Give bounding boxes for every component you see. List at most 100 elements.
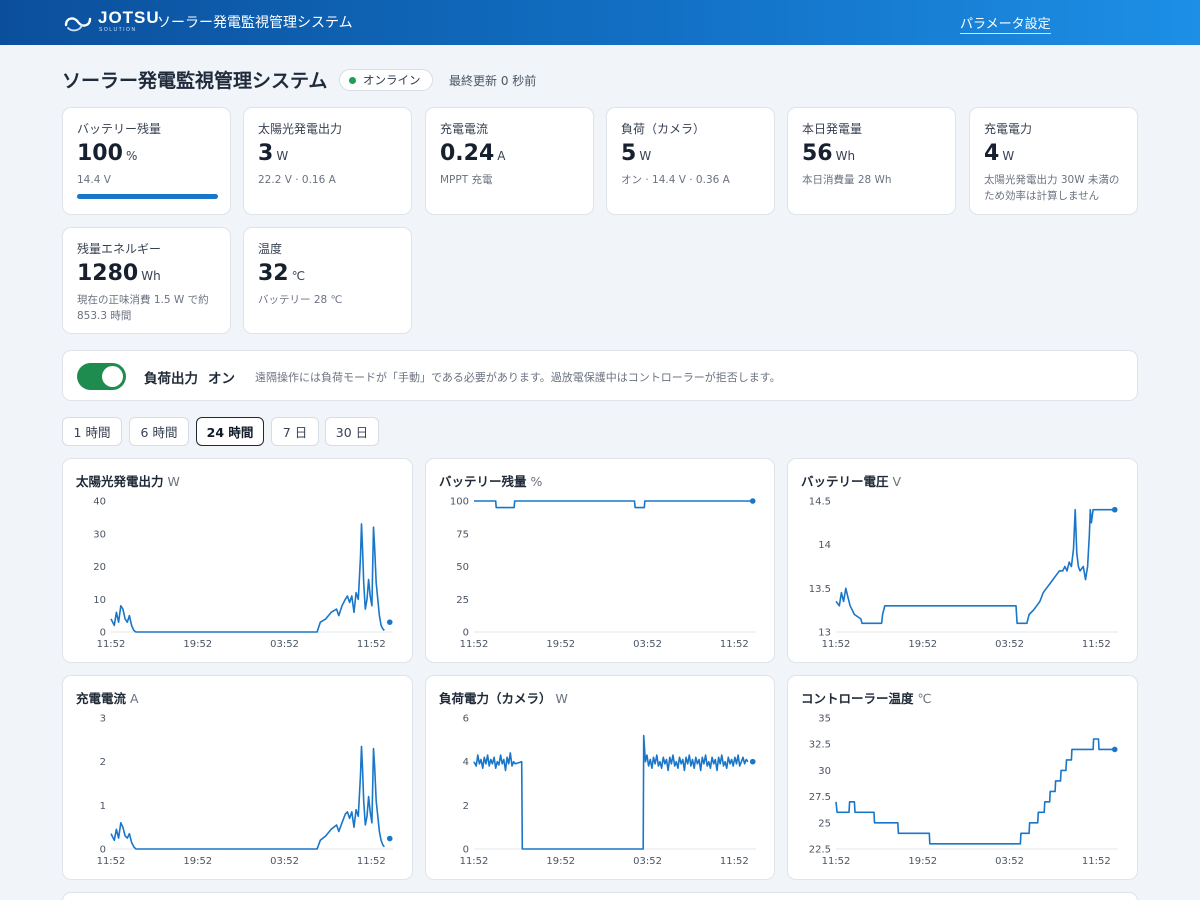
y-tick-label: 22.5 — [809, 845, 831, 856]
range-button-24h[interactable]: 24 時間 — [196, 417, 264, 446]
y-tick-label: 3 — [100, 714, 106, 725]
stat-card-charge-current: 充電電流 0.24 A MPPT 充電 — [425, 107, 594, 215]
y-tick-label: 100 — [450, 497, 469, 508]
x-tick-label: 03:52 — [995, 856, 1024, 867]
load-control-note: 遠隔操作には負荷モードが「手動」である必要があります。過放電保護中はコントローラ… — [255, 371, 781, 384]
x-tick-label: 03:52 — [633, 856, 662, 867]
y-tick-label: 30 — [93, 529, 106, 540]
series-line — [835, 738, 1115, 845]
stat-subtext: 現在の正味消費 1.5 W で約 853.3 時間 — [77, 294, 209, 322]
stat-subtext: オン · 14.4 V · 0.36 A — [621, 174, 730, 186]
x-tick-label: 11:52 — [357, 856, 386, 867]
x-tick-label: 03:52 — [270, 639, 299, 650]
latest-point-marker — [386, 835, 393, 842]
chart-battery-level: 0 25 50 75 100 11:52 19:52 03:52 11:52 — [450, 497, 756, 650]
y-tick-label: 0 — [100, 845, 106, 856]
chart-controller-temperature: 22.5 25 27.5 30 32.5 35 11:52 19:52 03:52 11:52 — [809, 714, 1118, 867]
chart-load-power: 0 2 4 6 11:52 19:52 03:52 11:52 — [460, 714, 756, 867]
status-text: オンライン — [363, 73, 421, 87]
latest-point-marker — [386, 619, 393, 625]
y-tick-label: 13 — [818, 628, 831, 639]
x-tick-label: 19:52 — [546, 639, 575, 650]
x-tick-label: 19:52 — [183, 639, 212, 650]
x-tick-label: 03:52 — [633, 639, 662, 650]
status-badge: オンライン — [339, 69, 433, 91]
stat-subtext: MPPT 充電 — [440, 174, 493, 186]
x-tick-label: 11:52 — [822, 856, 851, 867]
y-tick-label: 40 — [93, 497, 106, 508]
chart-card-charge-current: 充電電流 A 0 1 2 3 11:52 19:52 03:52 11:52 — [62, 675, 413, 880]
stat-label: 充電電力 — [984, 122, 1033, 136]
x-tick-label: 03:52 — [270, 856, 299, 867]
stat-value: 1280 Wh — [77, 261, 161, 286]
last-update-text: 最終更新 0 秒前 — [449, 74, 537, 88]
x-tick-label: 19:52 — [546, 856, 575, 867]
chart-card-battery-level: バッテリー残量% 0 25 50 75 100 11:52 19:52 03:52 11:52 — [425, 458, 775, 663]
logo-icon — [64, 17, 92, 32]
x-tick-label: 11:52 — [720, 639, 749, 650]
next-card-partial — [62, 892, 1138, 900]
chart-battery-voltage: 13 13.5 14 14.5 11:52 19:52 03:52 11:52 — [809, 497, 1118, 650]
x-tick-label: 03:52 — [995, 639, 1024, 650]
latest-point-marker — [1111, 506, 1118, 513]
y-tick-label: 0 — [463, 845, 469, 856]
series-line — [110, 745, 385, 850]
range-button-1h[interactable]: 1 時間 — [62, 417, 122, 446]
stat-value: 3W — [258, 141, 289, 166]
y-tick-label: 25 — [818, 818, 831, 829]
stat-card-battery: バッテリー残量 100% 14.4 V — [62, 107, 231, 215]
x-tick-label: 11:52 — [97, 856, 126, 867]
stat-subtext: 太陽光発電出力 30W 未満のため効率は計算しません — [984, 174, 1120, 202]
stat-subtext: バッテリー 28 ℃ — [258, 294, 343, 306]
series-line — [474, 500, 753, 509]
toggle-knob — [102, 366, 123, 387]
y-tick-label: 6 — [463, 714, 469, 725]
x-tick-label: 19:52 — [908, 856, 937, 867]
x-tick-label: 11:52 — [460, 856, 489, 867]
load-output-state: オン — [208, 371, 235, 387]
x-tick-label: 11:52 — [822, 639, 851, 650]
stat-card-remaining-energy: 残量エネルギー 1280 Wh 現在の正味消費 1.5 W で約 853.3 時間 — [62, 227, 231, 334]
load-control-panel: 負荷出力 オン 遠隔操作には負荷モードが「手動」である必要があります。過放電保護… — [62, 350, 1138, 401]
y-tick-label: 4 — [463, 757, 469, 768]
chart-card-controller-temperature: コントローラー温度 ℃ 22.5 25 27.5 30 32.5 35 11:52 19:52 0… — [787, 675, 1138, 880]
x-tick-label: 19:52 — [183, 856, 212, 867]
stat-card-load-camera: 負荷（カメラ） 5W オン · 14.4 V · 0.36 A — [606, 107, 775, 215]
battery-level-fill — [77, 194, 218, 199]
x-tick-label: 11:52 — [357, 639, 386, 650]
chart-card-solar-output: 太陽光発電出力 W 0 10 20 30 40 11:52 19:52 03:52 11:52 — [62, 458, 413, 663]
series-line — [473, 734, 749, 850]
stat-label: 残量エネルギー — [77, 242, 162, 256]
y-tick-label: 2 — [463, 801, 469, 812]
latest-point-marker — [1111, 746, 1118, 753]
latest-point-marker — [749, 758, 756, 765]
page-title: ソーラー発電監視管理システム — [62, 70, 328, 92]
y-tick-label: 0 — [100, 628, 106, 639]
x-tick-label: 11:52 — [1082, 856, 1111, 867]
stat-card-solar-output: 太陽光発電出力 3W 22.2 V · 0.16 A — [243, 107, 412, 215]
stat-label: 負荷（カメラ） — [621, 122, 706, 136]
y-tick-label: 30 — [818, 766, 831, 777]
range-button-6h[interactable]: 6 時間 — [129, 417, 189, 446]
chart-card-load-power: 負荷電力（カメラ） W 0 2 4 6 11:52 19:52 03:52 11:52 — [425, 675, 775, 880]
y-tick-label: 14.5 — [809, 497, 831, 508]
stat-value: 56 Wh — [802, 141, 856, 166]
y-tick-label: 50 — [456, 562, 469, 573]
parameter-settings-link[interactable]: パラメータ設定 — [960, 13, 1051, 34]
y-tick-label: 35 — [818, 714, 831, 725]
y-tick-label: 32.5 — [809, 740, 831, 751]
stat-value: 0.24 A — [440, 141, 506, 166]
logo-subtext: SOLUTION — [99, 27, 137, 33]
x-tick-label: 11:52 — [1082, 639, 1111, 650]
logo-text: JOTSU — [98, 8, 160, 27]
x-tick-label: 19:52 — [908, 639, 937, 650]
load-output-toggle[interactable] — [77, 363, 126, 390]
range-button-7d[interactable]: 7 日 — [271, 417, 319, 446]
y-tick-label: 10 — [93, 595, 106, 606]
stat-label: 温度 — [258, 242, 283, 256]
y-tick-label: 14 — [818, 540, 831, 551]
stat-value: 32 ℃ — [258, 261, 306, 286]
range-button-30d[interactable]: 30 日 — [325, 417, 379, 446]
y-tick-label: 2 — [100, 757, 106, 768]
stat-value: 4W — [984, 141, 1015, 166]
